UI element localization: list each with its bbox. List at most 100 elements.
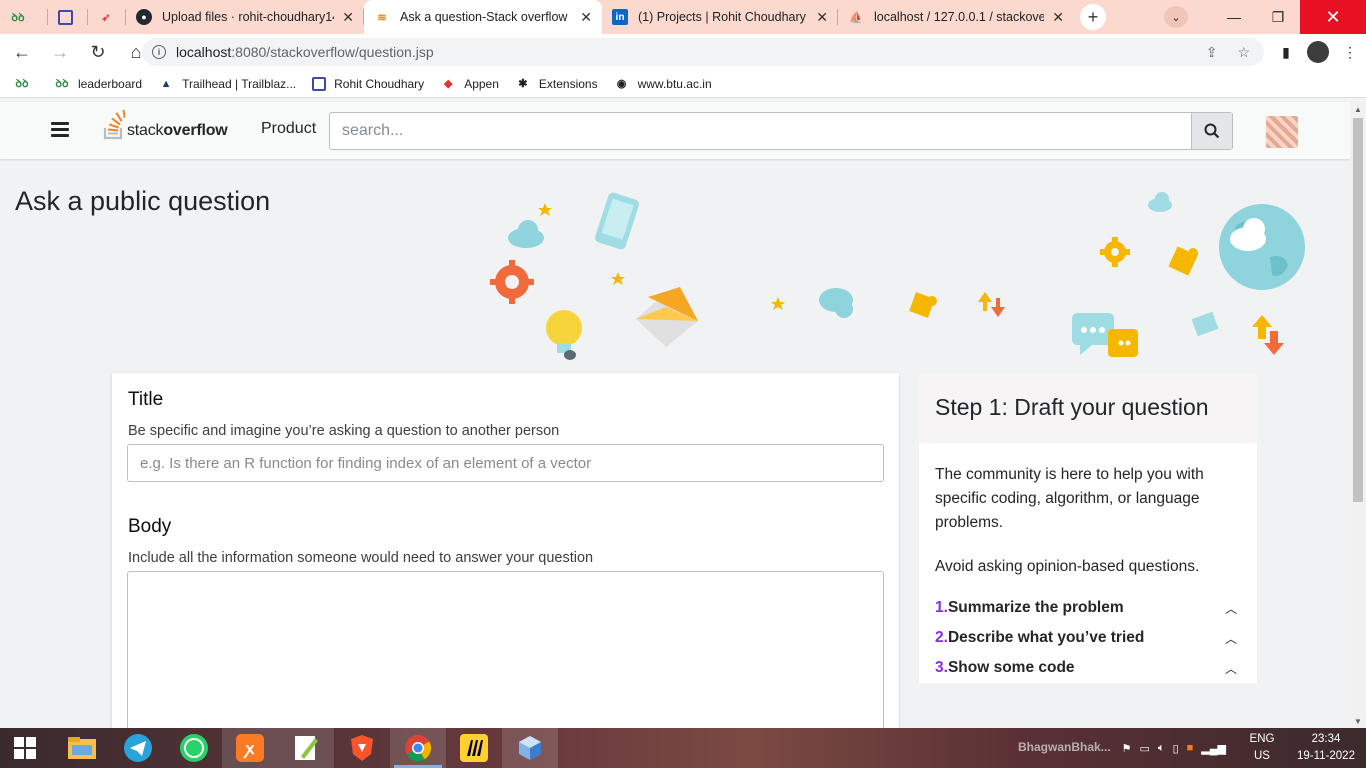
windows-taskbar: ꭗ BhagwanBhak... ⚑ ▭ 🔈︎ ▯ ■ ▂▄▆ ENG US 2…	[0, 728, 1366, 768]
side-panel-icon[interactable]: ▮	[1270, 44, 1302, 61]
star-icon	[771, 297, 785, 310]
search-button[interactable]	[1191, 113, 1232, 149]
product-link[interactable]: Product	[261, 120, 316, 138]
notification-icon[interactable]: ⚑	[1122, 742, 1132, 755]
sidebar-paragraph: Avoid asking opinion-based questions.	[935, 558, 1200, 575]
search-input[interactable]	[330, 113, 1191, 149]
gear-icon	[490, 260, 534, 304]
bookmarks-bar: ꝺꝺ ꝺꝺ leaderboard ▲ Trailhead | Trailblaz.…	[0, 70, 1366, 98]
taskbar-whatsapp[interactable]	[166, 728, 222, 768]
taskbar-chrome[interactable]	[390, 728, 446, 768]
address-bar[interactable]: i localhost:8080/stackoverflow/question.…	[142, 38, 1264, 66]
xampp-icon: ꭗ	[236, 734, 264, 762]
close-window-button[interactable]: ✕	[1300, 0, 1366, 34]
chevron-down-icon: ⌄	[1171, 11, 1181, 24]
cube-icon	[519, 736, 541, 760]
bookmark-appen[interactable]: ◆ Appen	[440, 76, 499, 92]
start-button[interactable]	[0, 728, 50, 768]
volume-icon[interactable]: 🔈︎	[1158, 742, 1165, 755]
taskbar-xampp[interactable]: ꭗ	[222, 728, 278, 768]
bookmark-star-icon[interactable]: ☆	[1237, 44, 1250, 61]
chrome-icon	[405, 735, 432, 762]
close-icon[interactable]: ✕	[580, 9, 592, 26]
scroll-up-icon[interactable]: ▲	[1350, 102, 1366, 116]
monitor-icon[interactable]: ▭	[1140, 742, 1150, 755]
puzzle-icon: ✱	[518, 78, 528, 90]
step-label: Summarize the problem	[947, 599, 1124, 616]
tab-rocket[interactable]: ➶	[88, 0, 126, 34]
folder-icon	[68, 737, 96, 759]
step-describe[interactable]: 2.Describe what you’ve tried ︿	[935, 629, 1243, 647]
taskbar-notepadpp[interactable]	[278, 728, 334, 768]
hamburger-menu-icon[interactable]	[51, 122, 69, 140]
site-logo[interactable]: stackoverflow	[103, 108, 228, 140]
bookmark-leaderboard[interactable]: ꝺꝺ leaderboard	[54, 76, 142, 92]
minimize-button[interactable]: —	[1212, 0, 1256, 34]
tab-stackoverflow[interactable]: ≋ Ask a question-Stack overflow ✕	[364, 0, 602, 34]
bookmark-trailhead[interactable]: ▲ Trailhead | Trailblaz...	[158, 76, 297, 92]
user-avatar[interactable]	[1266, 116, 1298, 148]
bookmark-rohit[interactable]: Rohit Choudhary	[312, 76, 425, 91]
chat-icon	[1072, 313, 1138, 357]
brave-icon	[351, 735, 373, 761]
bookmark-btu[interactable]: ◉ www.btu.ac.in	[614, 76, 712, 92]
taskbar-brave[interactable]	[334, 728, 390, 768]
close-icon[interactable]: ✕	[342, 9, 354, 26]
scroll-down-icon[interactable]: ▼	[1350, 714, 1366, 728]
puzzle-icon	[909, 292, 937, 318]
tab-gfg[interactable]: ꝺꝺ	[0, 0, 48, 34]
tab-search-button[interactable]: ⌄	[1164, 6, 1188, 28]
logo-prefix: stack	[127, 122, 164, 139]
search-box	[329, 112, 1233, 150]
clock[interactable]: 23:34 19-11-2022	[1286, 731, 1366, 765]
tab-github[interactable]: ● Upload files · rohit-choudhary14 ✕	[126, 0, 364, 34]
back-button[interactable]: ←	[6, 36, 38, 68]
new-tab-button[interactable]: +	[1080, 4, 1106, 30]
tab-linkedin[interactable]: in (1) Projects | Rohit Choudhary | L ✕	[602, 0, 838, 34]
bookmark-label: Rohit Choudhary	[334, 76, 425, 91]
calendar-icon	[312, 76, 327, 91]
calendar-icon	[58, 9, 73, 25]
wifi-icon[interactable]: ▂▄▆	[1201, 742, 1226, 755]
lightbulb-icon	[546, 310, 582, 360]
tab-title: localhost / 127.0.0.1 / stackoverfl	[874, 10, 1045, 24]
chevron-up-icon[interactable]: ︿	[1225, 660, 1237, 677]
scroll-thumb[interactable]	[1353, 118, 1363, 502]
restore-button[interactable]: ❐	[1256, 0, 1300, 34]
body-description: Include all the information someone woul…	[128, 550, 594, 566]
xampp-tray-icon[interactable]: ■	[1187, 742, 1194, 755]
chevron-up-icon[interactable]: ︿	[1225, 630, 1237, 647]
taskbar-telegram[interactable]	[110, 728, 166, 768]
step-number: 1.	[935, 599, 948, 616]
profile-button[interactable]	[1302, 41, 1334, 63]
taskbar-miro[interactable]	[446, 728, 502, 768]
close-icon[interactable]: ✕	[1052, 9, 1064, 26]
chevron-up-icon[interactable]: ︿	[1225, 600, 1237, 617]
share-icon[interactable]: ⇪	[1206, 44, 1218, 61]
language-indicator[interactable]: ENG US	[1244, 731, 1280, 765]
clock-time: 23:34	[1311, 733, 1341, 745]
bookmark-gfg[interactable]: ꝺꝺ	[14, 76, 38, 92]
sidebar-heading: Step 1: Draft your question	[919, 373, 1257, 443]
menu-kebab-icon[interactable]: ⋮	[1334, 44, 1366, 61]
tab-title: (1) Projects | Rohit Choudhary | L	[638, 10, 809, 24]
wallpaper-text: BhagwanBhak...	[1018, 740, 1111, 754]
close-icon[interactable]: ✕	[816, 9, 828, 26]
tab-calendar[interactable]	[48, 0, 88, 34]
tab-phpmyadmin[interactable]: ⛵ localhost / 127.0.0.1 / stackoverfl ✕	[838, 0, 1074, 34]
title-input[interactable]	[127, 444, 884, 482]
page-scrollbar[interactable]: ▲ ▼	[1350, 102, 1366, 728]
notepad-icon	[295, 736, 318, 760]
step-code[interactable]: 3.Show some code ︿	[935, 659, 1243, 677]
globe-icon	[1219, 204, 1305, 290]
globe-icon: ◉	[616, 78, 627, 90]
body-textarea[interactable]	[127, 571, 884, 728]
site-info-icon[interactable]: i	[152, 45, 166, 59]
forward-button[interactable]: →	[44, 36, 76, 68]
taskbar-virtualbox[interactable]	[502, 728, 558, 768]
bookmark-extensions[interactable]: ✱ Extensions	[515, 76, 597, 92]
battery-icon[interactable]: ▯	[1173, 742, 1179, 755]
taskbar-file-explorer[interactable]	[54, 728, 110, 768]
reload-button[interactable]: ↻	[82, 36, 114, 68]
step-summarize[interactable]: 1.Summarize the problem ︿	[935, 599, 1243, 617]
